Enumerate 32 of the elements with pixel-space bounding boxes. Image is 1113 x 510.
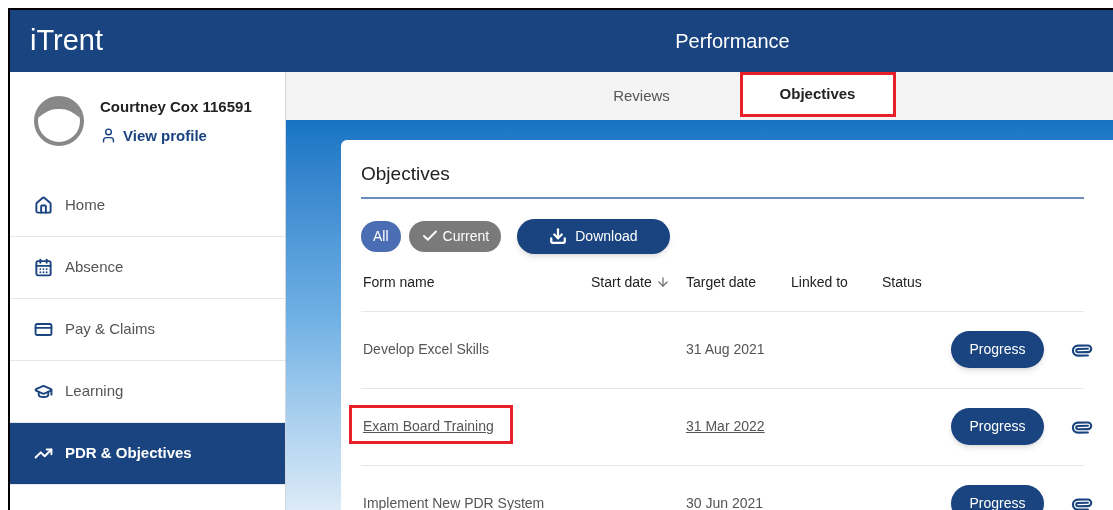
download-button[interactable]: Download (517, 218, 670, 254)
column-header[interactable]: Linked to (791, 271, 882, 293)
tab[interactable]: Objectives (739, 72, 896, 117)
user-icon (100, 127, 117, 145)
column-header[interactable]: Target date (686, 271, 791, 293)
user-name: Courtney Cox 116591 (100, 97, 252, 117)
sidebar-item[interactable]: PDR & Objectives (10, 423, 285, 485)
target-date: 31 Aug 2021 (686, 340, 766, 359)
calendar-icon (34, 258, 53, 277)
progress-button[interactable]: Progress (951, 485, 1044, 510)
avatar (34, 96, 84, 146)
target-date[interactable]: 31 Mar 2022 (686, 416, 791, 437)
target-date: 30 Jun 2021 (686, 494, 765, 510)
progress-button[interactable]: Progress (951, 331, 1044, 368)
column-header[interactable]: Start date (591, 271, 686, 293)
card-icon (34, 320, 53, 339)
app-logo: iTrent (30, 24, 104, 57)
download-icon (549, 227, 568, 245)
progress-button[interactable]: Progress (951, 408, 1044, 445)
form-name: Develop Excel Skills (363, 341, 490, 357)
graduation-cap-icon (34, 382, 53, 401)
column-header[interactable]: Status (882, 271, 951, 293)
card-title: Objectives (361, 163, 450, 184)
column-header[interactable]: Form name (363, 271, 591, 293)
tab[interactable]: Reviews (563, 72, 720, 120)
home-icon (34, 196, 53, 215)
form-name[interactable]: Exam Board Training (363, 418, 494, 434)
view-profile-link[interactable]: View profile (100, 124, 252, 147)
page-title: Performance (675, 29, 790, 54)
form-name: Implement New PDR System (363, 495, 545, 510)
filter-chip[interactable]: All (361, 220, 401, 252)
filter-chip[interactable]: Current (408, 220, 502, 252)
